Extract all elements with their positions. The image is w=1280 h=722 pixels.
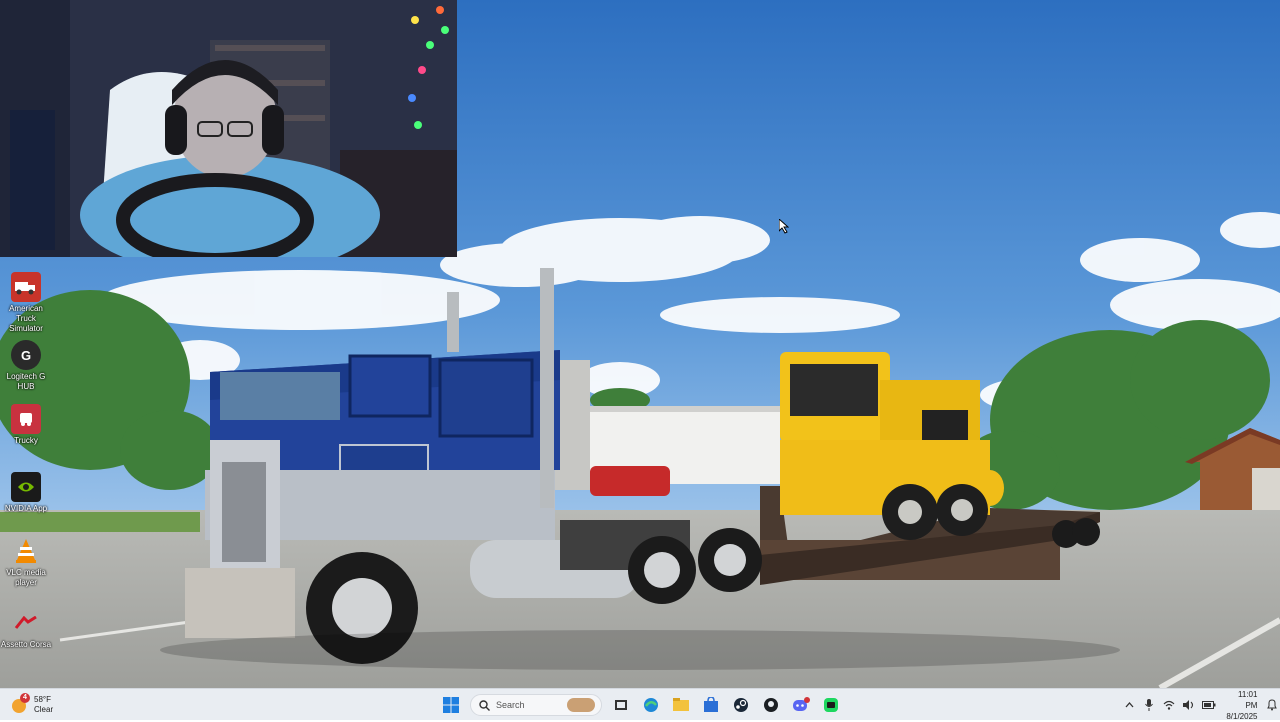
windows-start-icon bbox=[443, 697, 459, 713]
webcam-overlay bbox=[0, 0, 457, 257]
desktop-icon-label: Logitech G HUB bbox=[6, 372, 46, 391]
desktop-icon-label: American Truck Simulator bbox=[9, 304, 43, 333]
truck-icon bbox=[11, 272, 41, 302]
notification-bell-icon[interactable] bbox=[1265, 698, 1279, 712]
discord-button[interactable] bbox=[789, 693, 813, 717]
task-view-icon bbox=[615, 700, 627, 710]
discord-icon bbox=[793, 697, 810, 711]
mouse-cursor-icon bbox=[778, 217, 790, 239]
taskbar-search[interactable]: Search bbox=[470, 694, 602, 716]
search-placeholder: Search bbox=[496, 700, 525, 710]
app-button[interactable] bbox=[819, 693, 843, 717]
nvidia-icon bbox=[11, 472, 41, 502]
desktop-icon-label: VLC media player bbox=[6, 568, 46, 587]
vlc-cone-icon bbox=[11, 536, 41, 566]
desktop-icon-logitech-g-hub[interactable]: G Logitech G HUB bbox=[0, 340, 52, 392]
desktop-icon-vlc-media-player[interactable]: VLC media player bbox=[0, 536, 52, 588]
webcam-feed bbox=[0, 0, 457, 257]
taskbar-center: Search bbox=[436, 692, 846, 718]
desktop-icon-label: Assetto Corsa bbox=[0, 640, 52, 649]
desktop-icon-label: Trucky bbox=[14, 436, 38, 445]
desktop-icon-trucky[interactable]: Trucky bbox=[0, 404, 52, 446]
weather-temp: 58°F bbox=[34, 695, 51, 704]
assetto-corsa-icon bbox=[11, 608, 41, 638]
desktop-icon-nvidia-app[interactable]: NVIDIA App bbox=[0, 472, 52, 514]
file-explorer-icon bbox=[673, 698, 689, 711]
edge-button[interactable] bbox=[639, 693, 663, 717]
task-view-button[interactable] bbox=[609, 693, 633, 717]
chevron-up-icon[interactable] bbox=[1123, 698, 1137, 712]
volume-icon[interactable] bbox=[1182, 698, 1196, 712]
desktop-icon-label: NVIDIA App bbox=[4, 504, 48, 513]
desktop-icon-american-truck-simulator[interactable]: American Truck Simulator bbox=[0, 272, 52, 334]
file-explorer-button[interactable] bbox=[669, 693, 693, 717]
microphone-icon[interactable] bbox=[1143, 698, 1157, 712]
desktop-icon-assetto-corsa[interactable]: Assetto Corsa bbox=[0, 608, 52, 650]
store-icon bbox=[704, 697, 718, 712]
battery-icon[interactable] bbox=[1201, 698, 1216, 712]
trucky-icon bbox=[11, 404, 41, 434]
weather-widget[interactable]: 4 58°F Clear bbox=[10, 693, 53, 717]
steam-button[interactable] bbox=[729, 693, 753, 717]
search-icon bbox=[479, 699, 490, 711]
steam-icon bbox=[734, 698, 748, 712]
store-button[interactable] bbox=[699, 693, 723, 717]
taskbar: 4 58°F Clear Search 11:01 PM 8/1/2025 bbox=[0, 688, 1280, 721]
app-icon bbox=[824, 698, 838, 712]
weather-condition: Clear bbox=[34, 705, 54, 714]
wifi-icon[interactable] bbox=[1162, 698, 1176, 712]
search-highlight-icon bbox=[567, 698, 595, 712]
edge-icon bbox=[644, 698, 658, 712]
notification-badge: 4 bbox=[20, 693, 30, 703]
taskbar-clock[interactable]: 11:01 PM 8/1/2025 bbox=[1225, 689, 1258, 722]
start-button[interactable] bbox=[439, 693, 463, 717]
logitech-g-icon: G bbox=[11, 340, 41, 370]
system-tray: 11:01 PM 8/1/2025 bbox=[1120, 690, 1280, 721]
weather-sun-icon: 4 bbox=[10, 693, 30, 715]
clock-time: 11:01 PM bbox=[1238, 689, 1258, 710]
github-button[interactable] bbox=[759, 693, 783, 717]
github-icon bbox=[764, 698, 778, 712]
